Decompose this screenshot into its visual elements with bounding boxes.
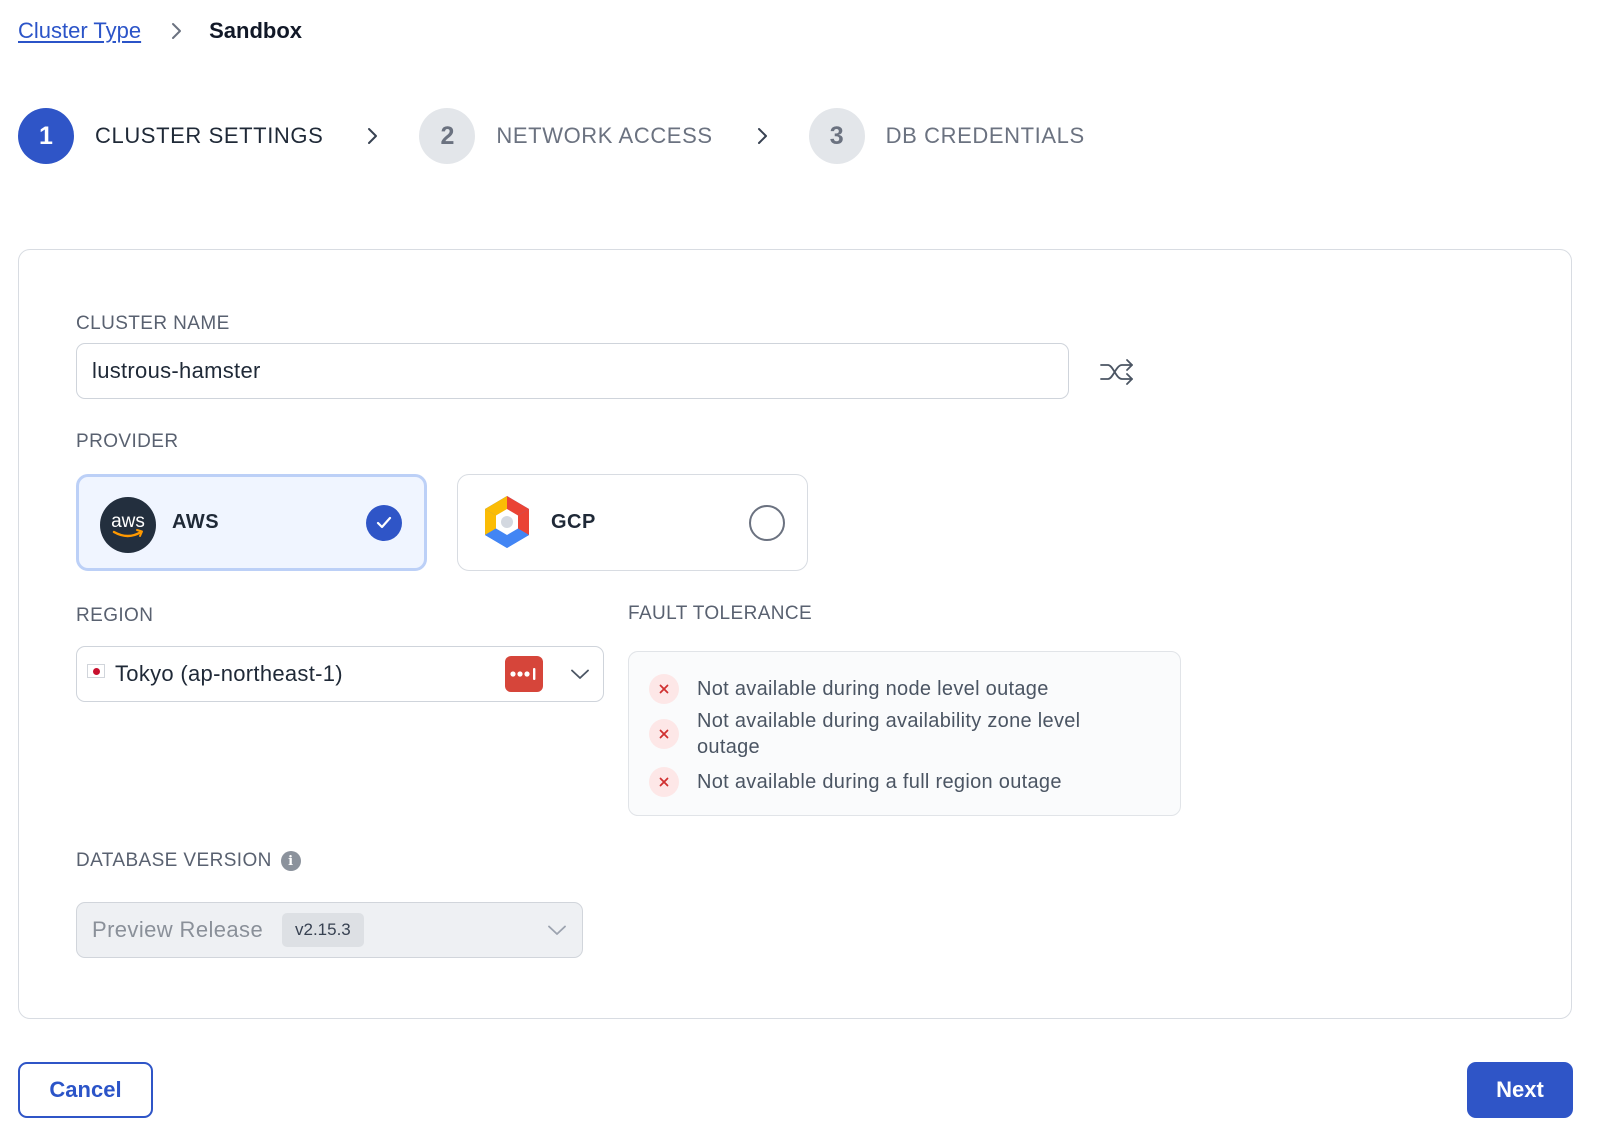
fault-tolerance-text: Not available during a full region outag…: [697, 771, 1062, 793]
x-icon: [649, 767, 679, 797]
fault-tolerance-text: Not available during node level outage: [697, 678, 1049, 700]
fault-tolerance-panel: Not available during node level outage N…: [628, 651, 1181, 816]
chevron-right-icon: [367, 127, 379, 145]
provider-name: GCP: [551, 511, 596, 533]
fault-tolerance-item: Not available during a full region outag…: [649, 767, 1117, 797]
fault-tolerance-item: Not available during availability zone l…: [649, 708, 1117, 760]
provider-option-aws[interactable]: aws AWS: [76, 474, 427, 571]
step-label: CLUSTER SETTINGS: [95, 123, 324, 148]
fault-tolerance-item: Not available during node level outage: [649, 674, 1117, 704]
provider-label: PROVIDER: [76, 431, 179, 452]
fault-tolerance-label: FAULT TOLERANCE: [628, 603, 813, 624]
step-label: DB CREDENTIALS: [885, 123, 1085, 148]
version-tag: v2.15.3: [282, 913, 364, 947]
cluster-settings-card: CLUSTER NAME lustrous-hamster PROVIDER a…: [18, 249, 1572, 1019]
step-number: 3: [808, 108, 865, 164]
breadcrumb-link-cluster-type[interactable]: Cluster Type: [18, 18, 141, 44]
database-version-select: Preview Release v2.15.3: [76, 902, 583, 958]
x-icon: [649, 674, 679, 704]
check-icon: [366, 504, 402, 541]
gcp-logo-icon: [479, 494, 535, 550]
x-icon: [649, 719, 679, 749]
database-version-label-text: DATABASE VERSION: [76, 850, 272, 871]
next-button[interactable]: Next: [1467, 1062, 1573, 1118]
password-manager-icon[interactable]: [505, 656, 543, 692]
region-value: Tokyo (ap-northeast-1): [115, 661, 343, 686]
step-number: 2: [419, 108, 476, 164]
region-label: REGION: [76, 605, 154, 626]
step-number: 1: [18, 108, 74, 164]
step-label: NETWORK ACCESS: [496, 123, 713, 148]
info-icon[interactable]: i: [280, 851, 301, 871]
provider-option-gcp[interactable]: GCP: [457, 474, 808, 571]
step-db-credentials[interactable]: 3 DB CREDENTIALS: [808, 108, 1085, 164]
aws-logo-icon: aws: [100, 497, 156, 553]
cluster-name-value: lustrous-hamster: [92, 358, 261, 383]
region-select[interactable]: Tokyo (ap-northeast-1): [76, 646, 604, 702]
breadcrumb: Cluster Type Sandbox: [18, 16, 302, 46]
stepper: 1 CLUSTER SETTINGS 2 NETWORK ACCESS 3 DB…: [18, 108, 1085, 164]
step-cluster-settings[interactable]: 1 CLUSTER SETTINGS: [18, 108, 323, 164]
step-network-access[interactable]: 2 NETWORK ACCESS: [419, 108, 712, 164]
svg-text:aws: aws: [111, 511, 145, 532]
shuffle-icon[interactable]: [1097, 354, 1137, 390]
radio-icon: [749, 504, 785, 541]
chevron-down-icon: [548, 925, 566, 936]
chevron-right-icon: [757, 127, 769, 145]
cancel-button[interactable]: Cancel: [18, 1062, 153, 1118]
japan-flag-icon: [87, 664, 105, 678]
chevron-right-icon: [171, 22, 183, 40]
cluster-name-label: CLUSTER NAME: [76, 313, 230, 334]
fault-tolerance-text: Not available during availability zone l…: [697, 710, 1081, 758]
breadcrumb-current: Sandbox: [209, 18, 303, 43]
database-version-value: Preview Release: [92, 917, 264, 942]
database-version-label: DATABASE VERSION i: [76, 850, 301, 872]
cluster-name-input[interactable]: lustrous-hamster: [76, 343, 1069, 399]
chevron-down-icon: [571, 669, 589, 680]
provider-name: AWS: [172, 511, 220, 533]
